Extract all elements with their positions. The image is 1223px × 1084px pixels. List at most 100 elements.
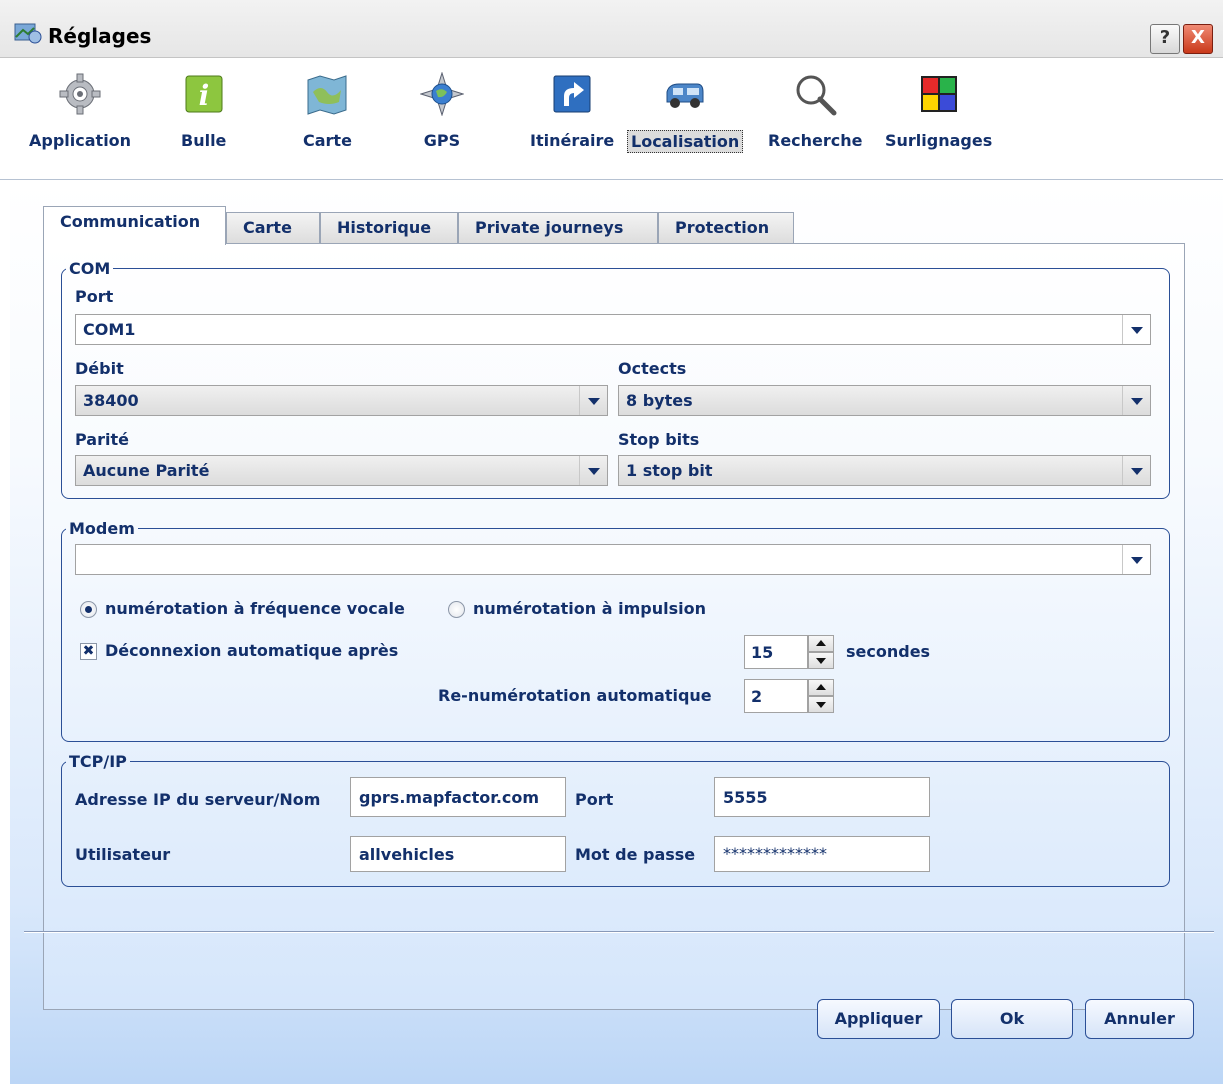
toolbar-label: Recherche (768, 131, 863, 150)
settings-window: Réglages ? X Application i Bulle Carte G… (0, 0, 1223, 1084)
radio-pulse-dialing[interactable] (448, 601, 465, 618)
seconds-label: secondes (846, 642, 931, 661)
toolbar-item-carte[interactable]: Carte (300, 72, 355, 151)
category-toolbar: Application i Bulle Carte GPS Itinéraire… (0, 58, 1223, 180)
chevron-down-icon[interactable] (1122, 386, 1150, 415)
redial-value: 2 (751, 687, 763, 706)
help-button[interactable]: ? (1150, 24, 1180, 54)
parite-select[interactable]: Aucune Parité (75, 455, 608, 486)
apply-button[interactable]: Appliquer (817, 999, 940, 1039)
tab-panel-communication: COM Port COM1 Débit 38400 Octects 8 byte… (43, 243, 1185, 1010)
port-label: Port (75, 287, 114, 306)
magnifier-icon (793, 72, 837, 116)
port-select-value: COM1 (83, 320, 136, 339)
debit-select-value: 38400 (83, 391, 139, 410)
toolbar-label: Itinéraire (530, 131, 615, 150)
globe-compass-icon (419, 71, 465, 117)
user-input-value: allvehicles (359, 845, 455, 864)
tab-private-journeys[interactable]: Private journeys (458, 212, 658, 244)
tcpip-legend: TCP/IP (69, 752, 127, 771)
toolbar-label: Surlignages (885, 131, 993, 150)
tab-protection[interactable]: Protection (658, 212, 794, 244)
radio-tone-dialing[interactable] (80, 601, 97, 618)
divider (24, 931, 1214, 933)
close-button[interactable]: X (1183, 24, 1213, 54)
spin-up-icon[interactable] (808, 679, 834, 696)
user-input[interactable]: allvehicles (350, 836, 566, 872)
disconnect-seconds-spinner[interactable]: 15 (744, 635, 836, 669)
chevron-down-icon[interactable] (579, 456, 607, 485)
chevron-down-icon[interactable] (1122, 545, 1150, 574)
radio-tone-label[interactable]: numérotation à fréquence vocale (105, 599, 405, 618)
disconnect-seconds-value: 15 (751, 643, 774, 662)
modem-legend: Modem (69, 519, 135, 538)
tcpip-group: TCP/IP (61, 752, 1170, 887)
user-label: Utilisateur (75, 845, 171, 864)
parite-label: Parité (75, 430, 129, 449)
modem-select[interactable] (75, 544, 1151, 575)
password-input[interactable]: ************* (714, 836, 930, 872)
spinner-buttons (808, 679, 834, 713)
spin-down-icon[interactable] (808, 652, 834, 669)
stopbits-select-value: 1 stop bit (626, 461, 713, 480)
color-squares-icon (917, 72, 961, 116)
password-input-value: ************* (723, 844, 827, 863)
toolbar-label: Carte (303, 131, 352, 150)
debit-select[interactable]: 38400 (75, 385, 608, 416)
spin-up-icon[interactable] (808, 635, 834, 652)
redial-input[interactable]: 2 (744, 679, 808, 713)
redial-spinner[interactable]: 2 (744, 679, 836, 713)
main-area: Communication Carte Historique Private j… (10, 181, 1223, 1084)
tab-historique[interactable]: Historique (320, 212, 458, 244)
toolbar-label: GPS (423, 131, 461, 150)
redial-label: Re-numérotation automatique (438, 686, 712, 705)
gear-icon (58, 72, 102, 116)
tab-communication[interactable]: Communication (43, 206, 226, 245)
toolbar-item-gps[interactable]: GPS (419, 71, 465, 151)
tab-carte[interactable]: Carte (226, 212, 320, 244)
toolbar-label: Application (29, 131, 132, 150)
van-icon (663, 72, 707, 116)
toolbar-label: Localisation (627, 130, 744, 153)
octets-label: Octects (618, 359, 687, 378)
tcp-port-input[interactable]: 5555 (714, 777, 930, 817)
app-icon (14, 22, 42, 44)
ok-button[interactable]: Ok (951, 999, 1073, 1039)
disconnect-seconds-input[interactable]: 15 (744, 635, 808, 669)
info-bubble-icon: i (182, 72, 226, 116)
radio-pulse-label[interactable]: numérotation à impulsion (473, 599, 706, 618)
chevron-down-icon[interactable] (579, 386, 607, 415)
server-label: Adresse IP du serveur/Nom (75, 790, 321, 809)
svg-text:i: i (198, 79, 209, 112)
chevron-down-icon[interactable] (1122, 456, 1150, 485)
toolbar-item-application[interactable]: Application (26, 72, 134, 151)
toolbar-item-localisation[interactable]: Localisation (627, 72, 744, 153)
password-label: Mot de passe (575, 845, 696, 864)
toolbar-label: Bulle (181, 131, 227, 150)
server-input-value: gprs.mapfactor.com (359, 788, 540, 807)
toolbar-item-surlignages[interactable]: Surlignages (882, 72, 995, 151)
tcp-port-label: Port (575, 790, 614, 809)
window-title: Réglages (48, 24, 152, 48)
com-legend: COM (69, 259, 111, 278)
spinner-buttons (808, 635, 834, 669)
octets-select-value: 8 bytes (626, 391, 693, 410)
map-icon (305, 72, 349, 116)
toolbar-item-itineraire[interactable]: Itinéraire (527, 72, 617, 151)
server-input[interactable]: gprs.mapfactor.com (350, 777, 566, 817)
route-arrow-icon (550, 72, 594, 116)
auto-disconnect-label[interactable]: Déconnexion automatique après (105, 641, 398, 660)
spin-down-icon[interactable] (808, 696, 834, 713)
title-bar: Réglages ? X (0, 0, 1223, 58)
tcp-port-input-value: 5555 (723, 788, 768, 807)
stopbits-select[interactable]: 1 stop bit (618, 455, 1151, 486)
toolbar-item-recherche[interactable]: Recherche (765, 72, 866, 151)
chevron-down-icon[interactable] (1122, 315, 1150, 344)
octets-select[interactable]: 8 bytes (618, 385, 1151, 416)
toolbar-item-bulle[interactable]: i Bulle (178, 72, 229, 151)
auto-disconnect-checkbox[interactable]: ✖ (80, 643, 97, 660)
debit-label: Débit (75, 359, 124, 378)
stopbits-label: Stop bits (618, 430, 700, 449)
port-select[interactable]: COM1 (75, 314, 1151, 345)
cancel-button[interactable]: Annuler (1085, 999, 1194, 1039)
